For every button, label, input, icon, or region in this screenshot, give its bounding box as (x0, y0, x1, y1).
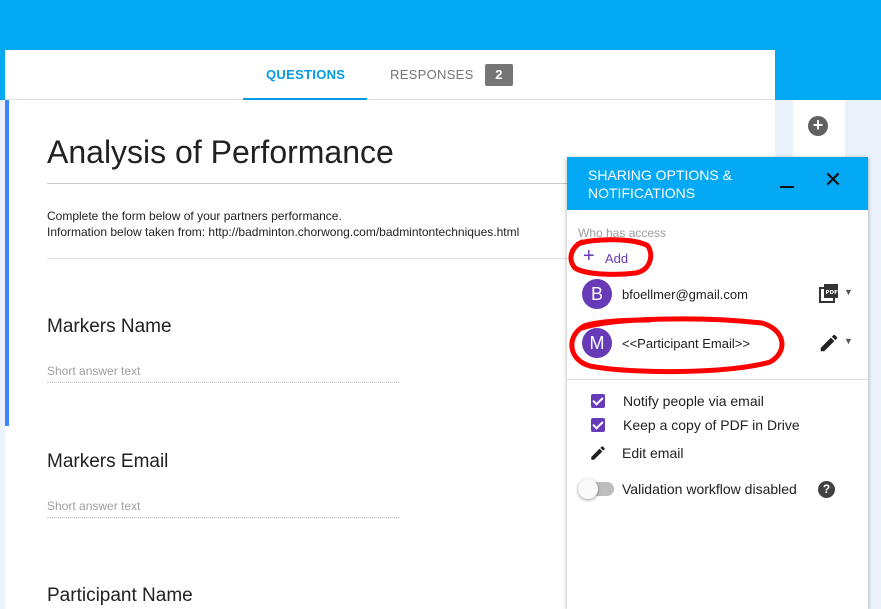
tab-questions[interactable]: QUESTIONS (243, 50, 367, 100)
tab-responses[interactable]: RESPONSES 2 (390, 50, 520, 100)
active-section-accent (5, 100, 9, 426)
responses-count-badge: 2 (485, 64, 513, 86)
description-divider (47, 258, 607, 259)
notify-label: Notify people via email (623, 393, 764, 409)
tab-responses-label: RESPONSES (390, 67, 474, 82)
person-email: <<Participant Email>> (622, 336, 750, 351)
close-icon[interactable]: ✕ (822, 169, 844, 192)
panel-header: SHARING OPTIONS & NOTIFICATIONS ✕ (567, 157, 868, 210)
edit-email-button[interactable]: Edit email (589, 444, 729, 464)
sharing-options-panel: SHARING OPTIONS & NOTIFICATIONS ✕ Who ha… (567, 157, 868, 609)
keep-copy-option: Keep a copy of PDF in Drive (591, 417, 851, 435)
permission-dropdown[interactable]: PDF ▼ (818, 283, 853, 305)
toggle-knob (578, 479, 598, 499)
side-toolbar: + (793, 100, 845, 160)
add-label: Add (605, 251, 629, 266)
chevron-down-icon: ▼ (844, 287, 853, 297)
help-icon[interactable]: ? (818, 481, 835, 498)
notify-option: Notify people via email (591, 393, 851, 411)
add-circle-icon[interactable]: + (808, 116, 828, 136)
question-title-markers-name[interactable]: Markers Name (47, 316, 172, 338)
title-divider (47, 183, 607, 184)
validation-toggle[interactable] (578, 479, 614, 499)
svg-text:PDF: PDF (826, 290, 839, 296)
description-line: Complete the form below of your partners… (47, 209, 342, 223)
pdf-icon: PDF (819, 284, 839, 303)
panel-title: SHARING OPTIONS & NOTIFICATIONS (588, 167, 732, 201)
form-description[interactable]: Complete the form below of your partners… (47, 208, 519, 240)
short-answer-field: Short answer text (47, 364, 399, 383)
plus-icon: + (583, 245, 595, 267)
chevron-down-icon: ▼ (844, 336, 853, 346)
permission-dropdown[interactable]: ▼ (818, 332, 853, 354)
tab-bar: QUESTIONS RESPONSES 2 (5, 50, 775, 100)
form-title[interactable]: Analysis of Performance (47, 134, 394, 171)
edit-email-label: Edit email (622, 445, 684, 461)
tab-questions-label: QUESTIONS (266, 67, 346, 82)
avatar: B (582, 279, 612, 309)
validation-label: Validation workflow disabled (622, 481, 797, 497)
short-answer-field: Short answer text (47, 499, 399, 518)
avatar: M (582, 328, 612, 358)
person-email: bfoellmer@gmail.com (622, 287, 748, 302)
pencil-icon (591, 446, 605, 460)
question-title-participant-name[interactable]: Participant Name (47, 585, 193, 607)
add-person-button[interactable]: + Add (583, 245, 643, 270)
who-has-access-label: Who has access (578, 226, 667, 240)
panel-divider (567, 379, 868, 380)
notify-checkbox[interactable] (591, 394, 605, 408)
validation-option: Validation workflow disabled ? (578, 479, 848, 501)
keep-copy-label: Keep a copy of PDF in Drive (623, 417, 800, 433)
person-row: B bfoellmer@gmail.com PDF ▼ (582, 279, 853, 311)
minimize-icon[interactable] (777, 171, 799, 193)
person-row: M <<Participant Email>> ▼ (582, 328, 853, 360)
question-title-markers-email[interactable]: Markers Email (47, 451, 168, 473)
description-line: Information below taken from: http://bad… (47, 225, 520, 239)
pencil-icon (820, 334, 838, 352)
keep-copy-checkbox[interactable] (591, 418, 605, 432)
